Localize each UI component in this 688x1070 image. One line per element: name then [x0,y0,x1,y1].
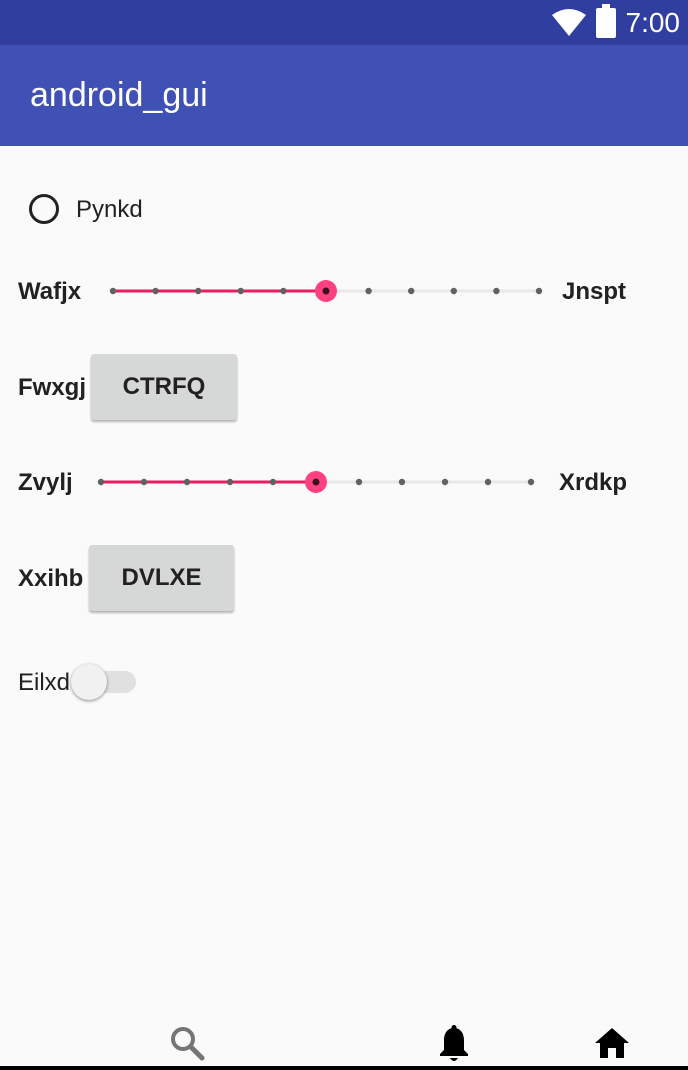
slider-tick [269,478,277,486]
slider-tick [152,287,159,295]
slider-tick [280,287,287,295]
switch-label: Eilxd [18,669,71,696]
slider-thumb-dot [312,478,320,486]
switch-thumb[interactable] [71,664,107,700]
slider-tick [493,287,500,295]
bottom-bar [0,1066,688,1070]
slider-tick [408,287,415,295]
button1-label: Fwxgj [18,374,87,401]
slider1-right-label: Jnspt [562,278,627,305]
radio-label[interactable]: Pynkd [76,196,143,224]
search-icon[interactable] [170,1026,206,1062]
slider-tick [450,287,457,295]
app-title: android_gui [30,76,208,114]
wifi-icon [551,8,586,36]
slider-tick [355,478,363,486]
slider-tick [441,478,449,486]
slider-tick [226,478,234,486]
slider-tick [237,287,244,295]
status-icons: 7:00 [551,0,681,45]
dvlxe-button[interactable]: DVLXE [89,545,234,611]
slider-tick [365,287,372,295]
slider-tick [398,478,406,486]
radio-button[interactable] [29,194,59,224]
app-bar: android_gui [0,45,688,146]
status-time: 7:00 [625,6,681,38]
slider-tick [195,287,202,295]
slider2-left-label: Zvylj [18,469,73,496]
slider-tick [183,478,191,486]
slider-thumb-dot [322,287,330,295]
status-bar: 7:00 [0,0,688,45]
bell-icon[interactable] [437,1024,471,1064]
slider-tick [535,287,543,295]
button2-label: Xxihb [18,565,84,592]
slider-tick [527,478,535,486]
slider-tick [97,478,105,486]
battery-icon [595,3,616,38]
home-icon[interactable] [594,1026,630,1060]
slider-wafjx[interactable] [106,276,546,306]
slider-tick [140,478,148,486]
slider1-left-label: Wafjx [18,278,82,305]
ctrfq-button[interactable]: CTRFQ [91,354,237,420]
slider-zvylj[interactable] [94,467,538,497]
slider-tick [109,287,117,295]
slider2-right-label: Xrdkp [559,469,628,496]
slider-tick [484,478,492,486]
